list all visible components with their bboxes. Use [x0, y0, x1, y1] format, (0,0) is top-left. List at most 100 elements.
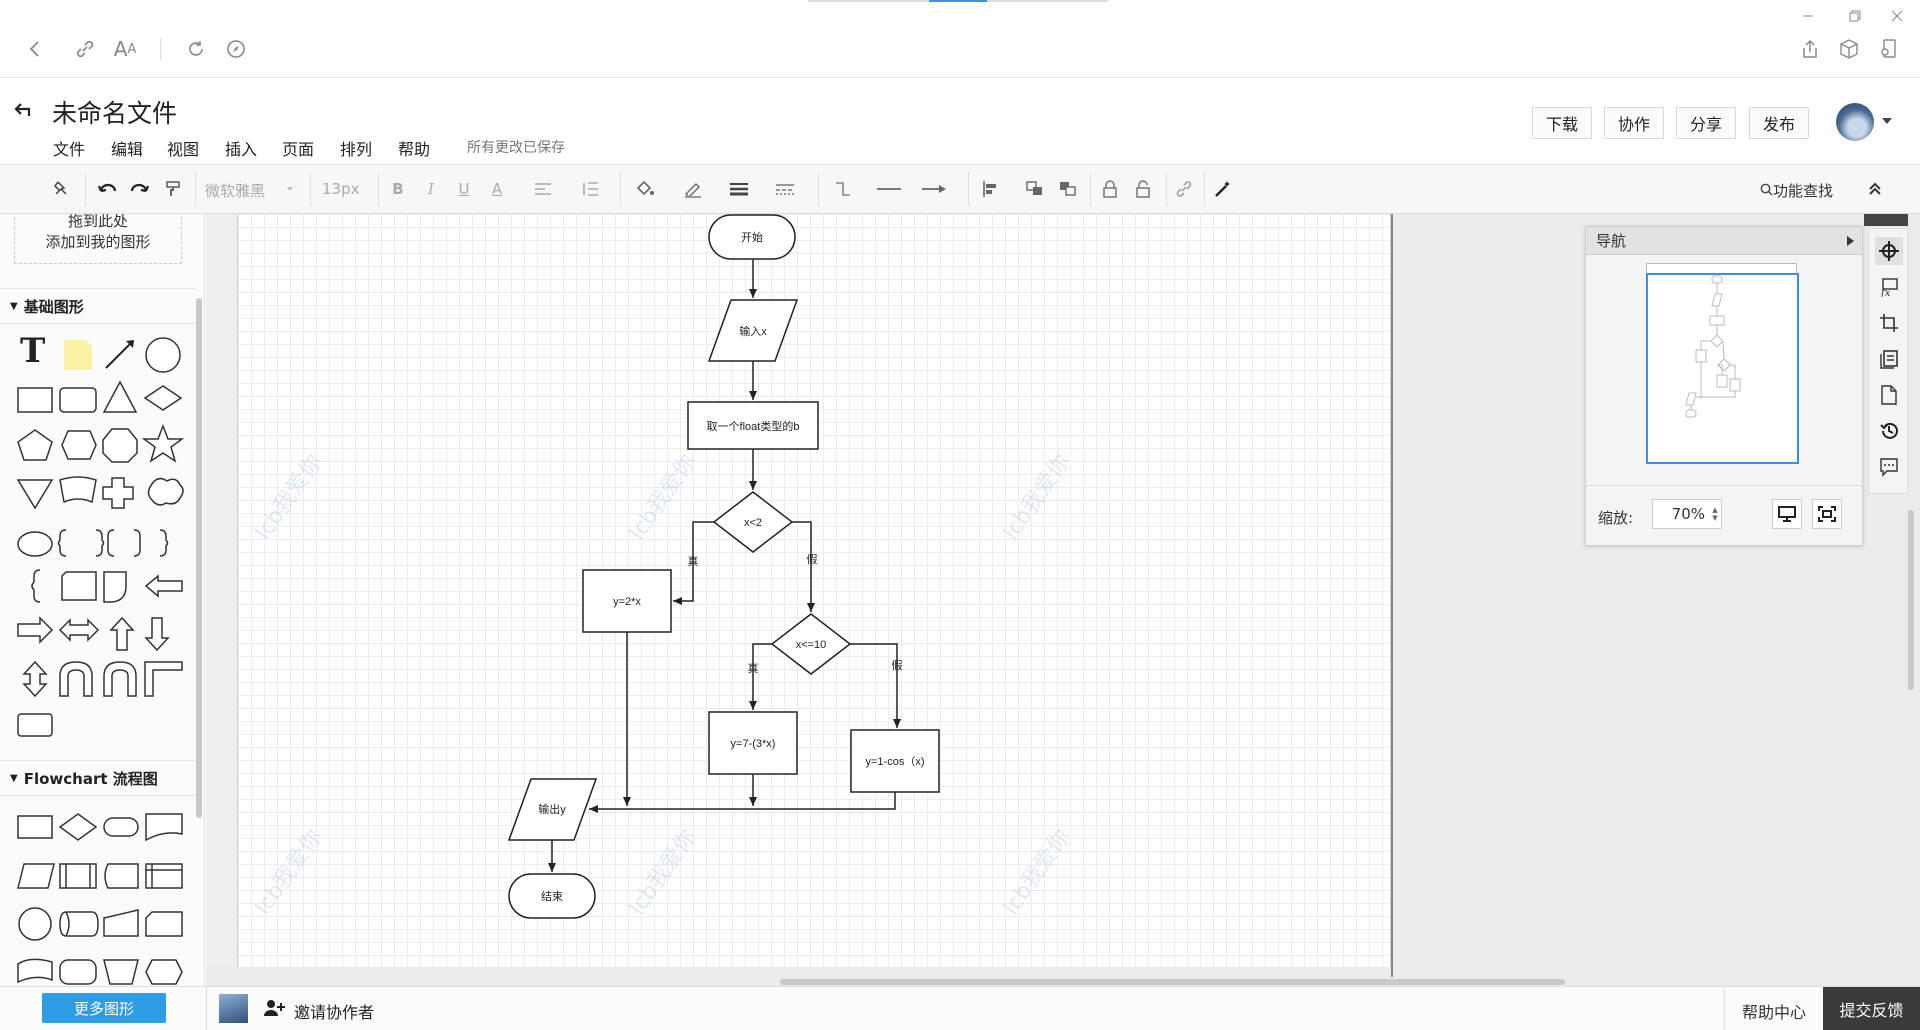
right-strip-top: [1864, 214, 1908, 226]
basic-shapes-grid[interactable]: T: [0, 324, 196, 744]
flowchart-shapes-grid[interactable]: [0, 800, 196, 986]
canvas-margin: [206, 214, 238, 967]
crop-page-icon[interactable]: [1875, 309, 1903, 337]
section-flowchart-label: Flowchart 流程图: [23, 769, 158, 788]
help-center-link[interactable]: 帮助中心: [1742, 999, 1806, 1023]
comment-icon[interactable]: [1875, 453, 1903, 481]
minimize-icon[interactable]: [1796, 2, 1820, 30]
menu-insert[interactable]: 插入: [225, 136, 257, 160]
fill-color-icon[interactable]: [632, 176, 658, 202]
diagram-page[interactable]: [238, 214, 1391, 967]
align-left-icon[interactable]: [978, 176, 1004, 202]
section-basic-label: 基础图形: [23, 297, 84, 316]
navigator-panel: 导航 缩放: 70% ▲ ▼: [1585, 226, 1863, 546]
device-icon[interactable]: [1873, 34, 1903, 64]
section-flowchart[interactable]: ▼ Flowchart 流程图: [0, 760, 196, 796]
lock-icon[interactable]: [1097, 176, 1123, 202]
line-color-icon[interactable]: [680, 176, 706, 202]
menu-view[interactable]: 视图: [167, 136, 199, 160]
return-icon[interactable]: [12, 98, 36, 122]
redo-icon[interactable]: [127, 176, 153, 202]
line-type-icon[interactable]: [874, 176, 904, 202]
undo-icon[interactable]: [94, 176, 120, 202]
navigator-header[interactable]: 导航: [1586, 227, 1862, 255]
my-shapes-dropzone[interactable]: 拖到此处 添加到我的图形: [14, 214, 182, 264]
bold-icon[interactable]: B: [387, 176, 409, 202]
drop-hint-line1: 拖到此处: [67, 214, 128, 230]
hyperlink-icon[interactable]: [1171, 176, 1197, 202]
font-family-select[interactable]: 微软雅黑: [205, 180, 295, 206]
svg-text:T: T: [20, 331, 45, 371]
search-icon[interactable]: [1758, 179, 1774, 199]
dash-style-icon[interactable]: [772, 176, 798, 202]
menu-page[interactable]: 页面: [282, 136, 314, 160]
underline-icon[interactable]: U: [453, 176, 475, 202]
drop-hint-line2: 添加到我的图形: [45, 233, 151, 251]
line-spacing-icon[interactable]: [577, 176, 603, 202]
magic-wand-icon[interactable]: [1210, 176, 1236, 202]
add-user-icon[interactable]: [262, 997, 286, 1019]
user-avatar[interactable]: [219, 994, 248, 1023]
browser-chrome: AA: [0, 0, 1920, 78]
restore-icon[interactable]: [1843, 2, 1867, 30]
refresh-icon[interactable]: [181, 34, 211, 64]
avatar[interactable]: [1836, 103, 1874, 141]
bottom-bar: [0, 986, 1920, 1030]
shape-library-panel: 拖到此处 添加到我的图形 ▼ 基础图形 T ▼ Flowchart 流程图: [0, 214, 205, 986]
unlock-icon[interactable]: [1130, 176, 1156, 202]
compass-icon[interactable]: [221, 34, 251, 64]
share-button[interactable]: 分享: [1676, 107, 1736, 139]
collapse-icon[interactable]: [1864, 178, 1886, 200]
bring-front-icon[interactable]: [1022, 176, 1048, 202]
fit-screen-icon[interactable]: [1812, 499, 1842, 529]
menu-arrange[interactable]: 排列: [340, 136, 372, 160]
font-color-icon[interactable]: A: [486, 176, 508, 202]
link-icon[interactable]: [70, 34, 100, 64]
close-icon[interactable]: [1885, 2, 1909, 30]
zoom-label: 缩放:: [1598, 509, 1634, 527]
pages-icon[interactable]: [1875, 345, 1903, 373]
submit-feedback-button[interactable]: 提交反馈: [1823, 987, 1920, 1030]
download-button[interactable]: 下载: [1532, 107, 1592, 139]
save-status: 所有更改已保存: [467, 140, 565, 156]
section-basic-shapes[interactable]: ▼ 基础图形: [0, 288, 196, 324]
cube-icon[interactable]: [1834, 34, 1864, 64]
chevron-down-icon[interactable]: [1880, 114, 1894, 128]
line-width-icon[interactable]: [726, 176, 752, 202]
format-painter-icon[interactable]: [160, 176, 186, 202]
panel-scrollbar[interactable]: [196, 298, 202, 818]
page-icon[interactable]: [1875, 381, 1903, 409]
menu-edit[interactable]: 编辑: [111, 136, 143, 160]
navigator-crosshair-icon[interactable]: [1875, 237, 1903, 265]
presentation-icon[interactable]: [1772, 499, 1802, 529]
menu-help[interactable]: 帮助: [398, 136, 430, 160]
collaborate-button[interactable]: 协作: [1604, 107, 1664, 139]
navigator-preview[interactable]: [1646, 263, 1806, 473]
canvas-v-scrollbar[interactable]: [1908, 510, 1914, 690]
collapse-arrow-icon[interactable]: [1847, 236, 1854, 246]
font-size-icon[interactable]: AA: [110, 34, 140, 64]
send-back-icon[interactable]: [1055, 176, 1081, 202]
zoom-stepper[interactable]: ▲ ▼: [1710, 503, 1720, 525]
history-icon[interactable]: [1875, 417, 1903, 445]
pin-icon[interactable]: [48, 176, 74, 202]
page-edge: [1391, 214, 1393, 977]
caret-down-icon: ▼: [10, 300, 18, 312]
arrow-end-icon[interactable]: [919, 176, 949, 202]
invite-collaborators[interactable]: 邀请协作者: [294, 999, 374, 1023]
connector-icon[interactable]: [830, 176, 856, 202]
more-shapes-button[interactable]: 更多图形: [42, 993, 166, 1023]
svg-text:fx: fx: [1880, 288, 1891, 297]
publish-button[interactable]: 发布: [1749, 107, 1809, 139]
document-title[interactable]: 未命名文件: [52, 94, 177, 130]
align-icon[interactable]: [530, 176, 556, 202]
back-icon[interactable]: [20, 34, 50, 64]
font-size-select[interactable]: 13px: [322, 180, 372, 206]
caret-down-icon: ▼: [10, 772, 18, 784]
canvas-h-scrollbar[interactable]: [780, 979, 1565, 985]
formula-icon[interactable]: fx: [1875, 273, 1903, 301]
feature-search[interactable]: 功能查找: [1773, 180, 1833, 201]
share-out-icon[interactable]: [1795, 34, 1825, 64]
italic-icon[interactable]: I: [420, 176, 442, 202]
menu-file[interactable]: 文件: [53, 136, 85, 160]
